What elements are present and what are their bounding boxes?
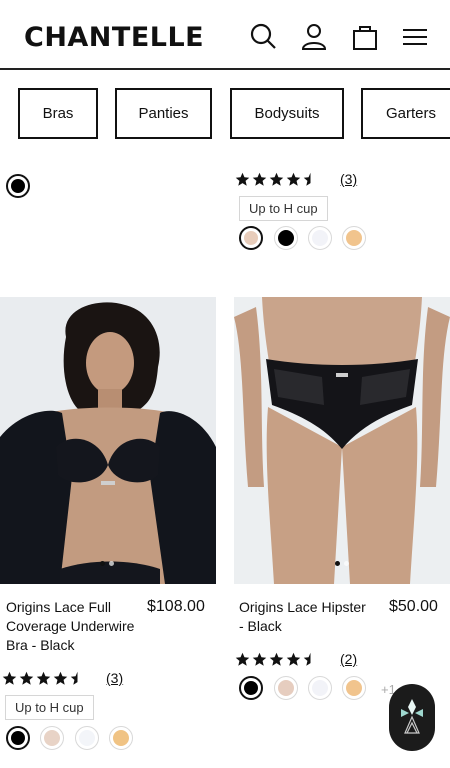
product-name-line: - Black xyxy=(239,618,282,634)
category-chip-garters[interactable]: Garters xyxy=(361,88,450,139)
product-name-line: Bra - Black xyxy=(6,637,75,653)
category-chips: Bras Panties Bodysuits Garters xyxy=(0,88,450,140)
product-name-line: Origins Lace Full xyxy=(6,599,112,615)
category-chip-bras[interactable]: Bras xyxy=(18,88,98,139)
product-name[interactable]: Origins Lace Full Coverage Underwire Bra… xyxy=(6,598,146,655)
review-count-link[interactable]: (3) xyxy=(106,670,123,686)
category-chip-bodysuits[interactable]: Bodysuits xyxy=(230,88,344,139)
category-chip-panties[interactable]: Panties xyxy=(115,88,212,139)
product-price: $108.00 xyxy=(147,598,205,615)
menu-icon[interactable] xyxy=(400,22,430,52)
rating-stars xyxy=(235,650,318,668)
account-icon[interactable] xyxy=(299,22,329,52)
bag-icon[interactable] xyxy=(350,22,380,52)
product-name[interactable]: Origins Lace Hipster - Black xyxy=(239,598,384,636)
brand-logo[interactable]: CHANTELLE xyxy=(24,22,204,53)
color-swatch-black[interactable] xyxy=(6,174,30,198)
color-swatch-black[interactable] xyxy=(274,226,298,250)
color-swatch-peach[interactable] xyxy=(342,226,366,250)
rating-stars xyxy=(2,669,85,687)
image-pager[interactable] xyxy=(100,561,114,566)
color-swatch-white[interactable] xyxy=(75,726,99,750)
color-swatch-nude[interactable] xyxy=(239,226,263,250)
assistant-logo-icon xyxy=(401,698,423,734)
color-swatch-white[interactable] xyxy=(308,676,332,700)
search-icon[interactable] xyxy=(249,22,279,52)
color-swatch-nude[interactable] xyxy=(274,676,298,700)
color-swatch-black[interactable] xyxy=(239,676,263,700)
color-swatch-peach[interactable] xyxy=(109,726,133,750)
product-price: $50.00 xyxy=(389,598,438,615)
rating-stars xyxy=(235,170,318,188)
color-swatch-white[interactable] xyxy=(308,226,332,250)
site-header: CHANTELLE xyxy=(0,0,450,70)
review-count-link[interactable]: (3) xyxy=(340,171,357,187)
chat-assistant-button[interactable] xyxy=(389,684,435,751)
model-bra-illustration xyxy=(0,297,216,584)
review-count-link[interactable]: (2) xyxy=(340,651,357,667)
color-swatch-black[interactable] xyxy=(6,726,30,750)
color-swatch-peach[interactable] xyxy=(342,676,366,700)
product-image-bra[interactable] xyxy=(0,297,216,584)
product-name-line: Origins Lace Hipster xyxy=(239,599,366,615)
image-pager[interactable] xyxy=(335,561,349,566)
product-image-hipster[interactable] xyxy=(234,297,450,584)
cup-size-badge: Up to H cup xyxy=(239,196,328,221)
cup-size-badge: Up to H cup xyxy=(5,695,94,720)
model-hipster-illustration xyxy=(234,297,450,584)
product-name-line: Coverage Underwire xyxy=(6,618,135,634)
color-swatch-nude[interactable] xyxy=(40,726,64,750)
